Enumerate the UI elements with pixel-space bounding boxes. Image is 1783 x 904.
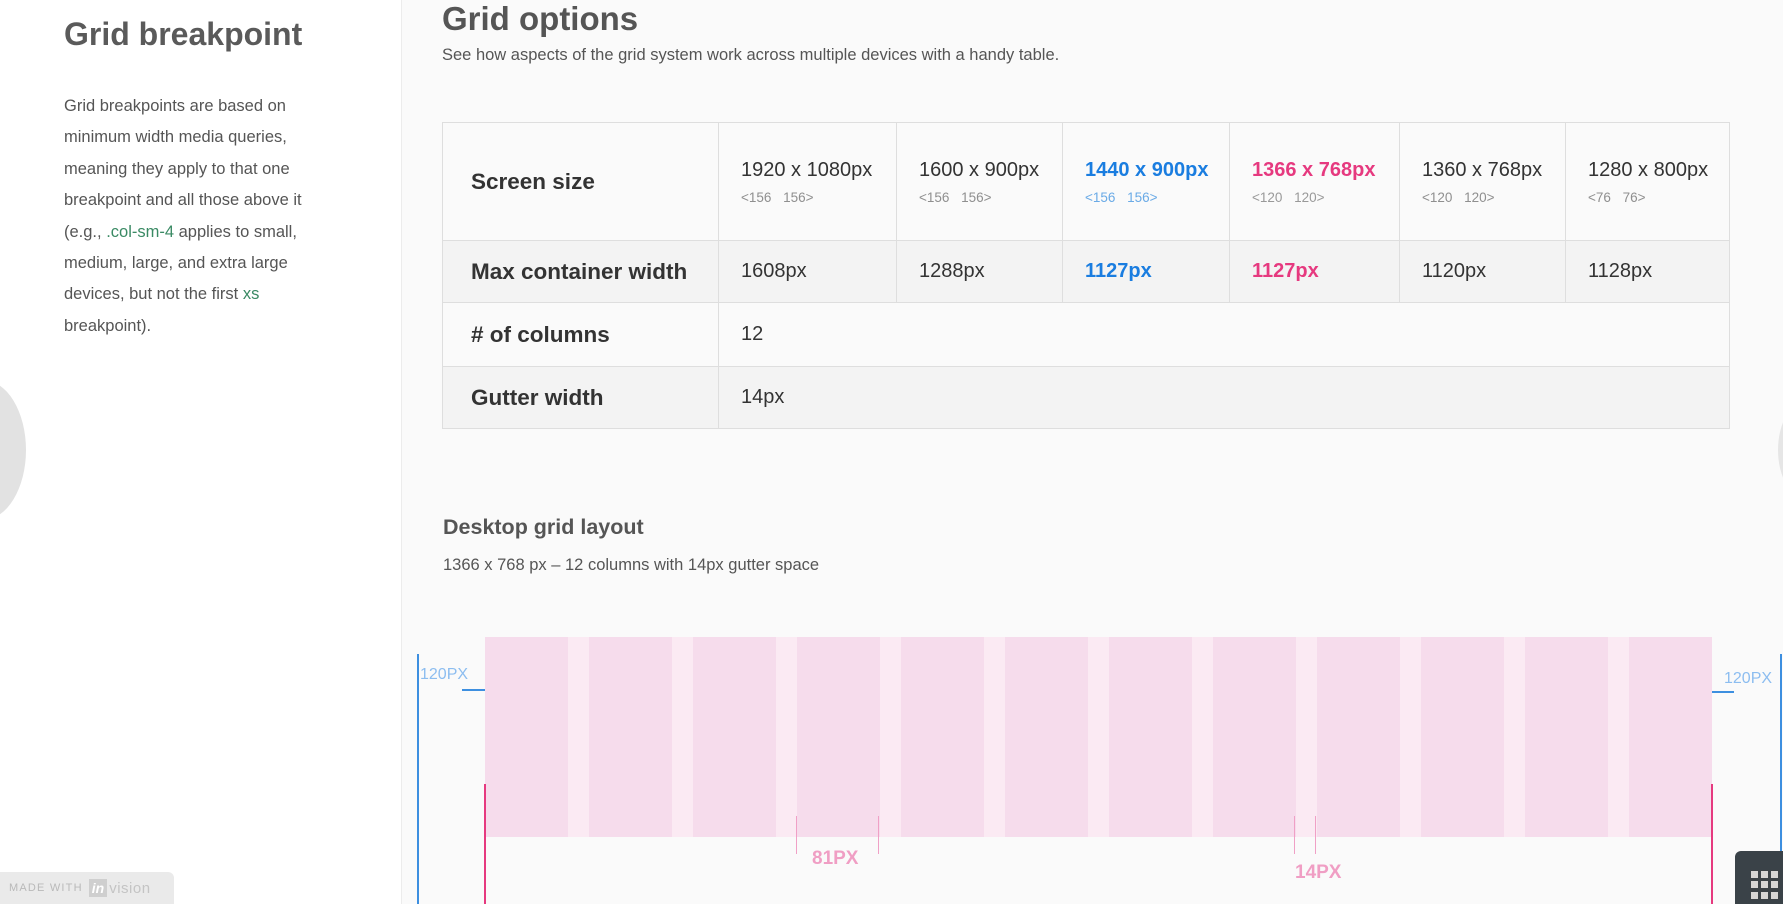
cell-screen-5: 1280 x 800px <76 76> [1565, 122, 1730, 241]
desktop-grid-subtitle: 1366 x 768 px – 12 columns with 14px gut… [443, 556, 820, 574]
grid-column [1421, 637, 1504, 837]
screen-margins-value: <156 156> [741, 189, 814, 205]
next-nav-circle[interactable] [1778, 400, 1783, 500]
row-label-screen-size: Screen size [442, 122, 719, 241]
table-row-gutter: Gutter width 14px [442, 366, 1730, 429]
grid-layout-diagram: 120PX 120PX 81PX 14PX [402, 630, 1783, 904]
gutter-tick-left [1294, 816, 1295, 854]
screen-margins-value: <120 120> [1422, 189, 1495, 205]
desktop-grid-title: Desktop grid layout [443, 515, 644, 539]
column-width-tick-right [878, 816, 879, 854]
cell-max-1: 1288px [896, 240, 1063, 303]
table-row-max-container: Max container width 1608px 1288px 1127px… [442, 240, 1730, 303]
made-with-invision-badge[interactable]: MADE WITH in vision [0, 872, 174, 904]
cell-screen-3: 1366 x 768px <120 120> [1229, 122, 1400, 241]
made-with-label: MADE WITH [9, 882, 83, 894]
screen-size-value: 1600 x 900px [919, 158, 1040, 181]
column-width-tick-left [796, 816, 797, 854]
screen-size-value: 1366 x 768px [1252, 158, 1376, 181]
desc-text-a: Grid breakpoints are based on minimum wi… [64, 97, 302, 241]
cell-max-5: 1128px [1565, 240, 1730, 303]
gutter-tick-right [1315, 816, 1316, 854]
left-margin-tick [462, 689, 485, 691]
screen-size-value: 1280 x 800px [1588, 158, 1709, 181]
desc-text-c: breakpoint). [64, 316, 152, 335]
grid-column [1317, 637, 1400, 837]
container-right-edge-line [1711, 784, 1713, 904]
right-margin-label: 120PX [1724, 670, 1773, 687]
grid-column [1525, 637, 1608, 837]
grid-column [1109, 637, 1192, 837]
grid-column [1629, 637, 1712, 837]
grid-column [797, 637, 880, 837]
cell-gutter: 14px [718, 366, 1730, 429]
screen-margins-value: <156 156> [919, 189, 992, 205]
invision-logo-text: vision [109, 879, 151, 897]
cell-columns: 12 [718, 302, 1730, 367]
screen-margins-value: <120 120> [1252, 189, 1325, 205]
cell-max-3: 1127px [1229, 240, 1400, 303]
grid-column [1005, 637, 1088, 837]
left-margin-label: 120PX [420, 666, 469, 683]
cell-screen-2: 1440 x 900px <156 156> [1062, 122, 1230, 241]
screen-margins-value: <156 156> [1085, 189, 1158, 205]
grid-menu-icon [1751, 871, 1779, 899]
grid-column [901, 637, 984, 837]
table-row-columns: # of columns 12 [442, 302, 1730, 367]
cell-screen-4: 1360 x 768px <120 120> [1399, 122, 1566, 241]
cell-max-2: 1127px [1062, 240, 1230, 303]
row-label-columns: # of columns [442, 302, 719, 367]
sidebar: Grid breakpoint Grid breakpoints are bas… [0, 0, 402, 904]
sidebar-title: Grid breakpoint [64, 16, 303, 52]
column-width-label: 81PX [812, 848, 859, 869]
screen-size-value: 1920 x 1080px [741, 158, 873, 181]
gutter-width-label: 14PX [1295, 862, 1342, 883]
screen-size-value: 1440 x 900px [1085, 158, 1209, 181]
right-margin-tick [1712, 691, 1734, 693]
grid-column [485, 637, 568, 837]
screen-size-value: 1360 x 768px [1422, 158, 1543, 181]
grid-column [1213, 637, 1296, 837]
grid-options-table: Screen size 1920 x 1080px <156 156> 1600 … [442, 122, 1730, 429]
cell-max-4: 1120px [1399, 240, 1566, 303]
left-margin-edge-line [417, 654, 419, 904]
cell-screen-0: 1920 x 1080px <156 156> [718, 122, 897, 241]
cell-max-0: 1608px [718, 240, 897, 303]
sidebar-description: Grid breakpoints are based on minimum wi… [64, 91, 326, 342]
table-row-screen-size: Screen size 1920 x 1080px <156 156> 1600 … [442, 122, 1730, 241]
row-label-gutter: Gutter width [442, 366, 719, 429]
container-left-edge-line [484, 784, 486, 904]
code-xs: xs [242, 285, 260, 304]
cell-screen-1: 1600 x 900px <156 156> [896, 122, 1063, 241]
invision-logo-icon: in [88, 879, 108, 897]
grid-column [589, 637, 672, 837]
prev-nav-circle[interactable] [0, 380, 26, 520]
screen-margins-value: <76 76> [1588, 189, 1646, 205]
page-title: Grid options [442, 0, 639, 37]
grid-column [693, 637, 776, 837]
code-col-sm-4: .col-sm-4 [106, 222, 175, 241]
grid-menu-button[interactable] [1735, 851, 1783, 904]
row-label-max-container: Max container width [442, 240, 719, 303]
page-subtitle: See how aspects of the grid system work … [442, 46, 1060, 64]
